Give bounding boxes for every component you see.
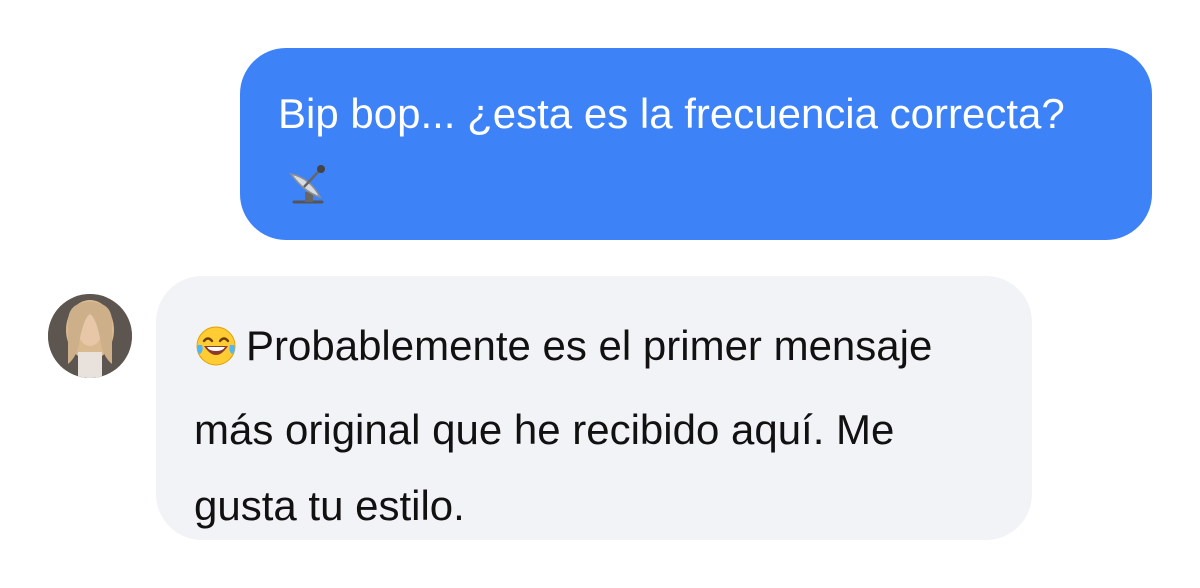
contact-avatar[interactable]	[48, 294, 132, 378]
satellite-antenna-icon	[286, 157, 330, 227]
face-with-tears-of-joy-icon	[194, 316, 238, 392]
outgoing-message-bubble[interactable]: Bip bop... ¿esta es la frecuencia correc…	[240, 48, 1152, 240]
avatar-photo	[48, 294, 132, 378]
incoming-message-text: Probablemente es el primer mensaje más o…	[194, 322, 933, 529]
chat-thread: Bip bop... ¿esta es la frecuencia correc…	[0, 0, 1200, 588]
outgoing-message-text: Bip bop... ¿esta es la frecuencia correc…	[278, 90, 1065, 137]
incoming-message-bubble[interactable]: Probablemente es el primer mensaje más o…	[156, 276, 1032, 540]
